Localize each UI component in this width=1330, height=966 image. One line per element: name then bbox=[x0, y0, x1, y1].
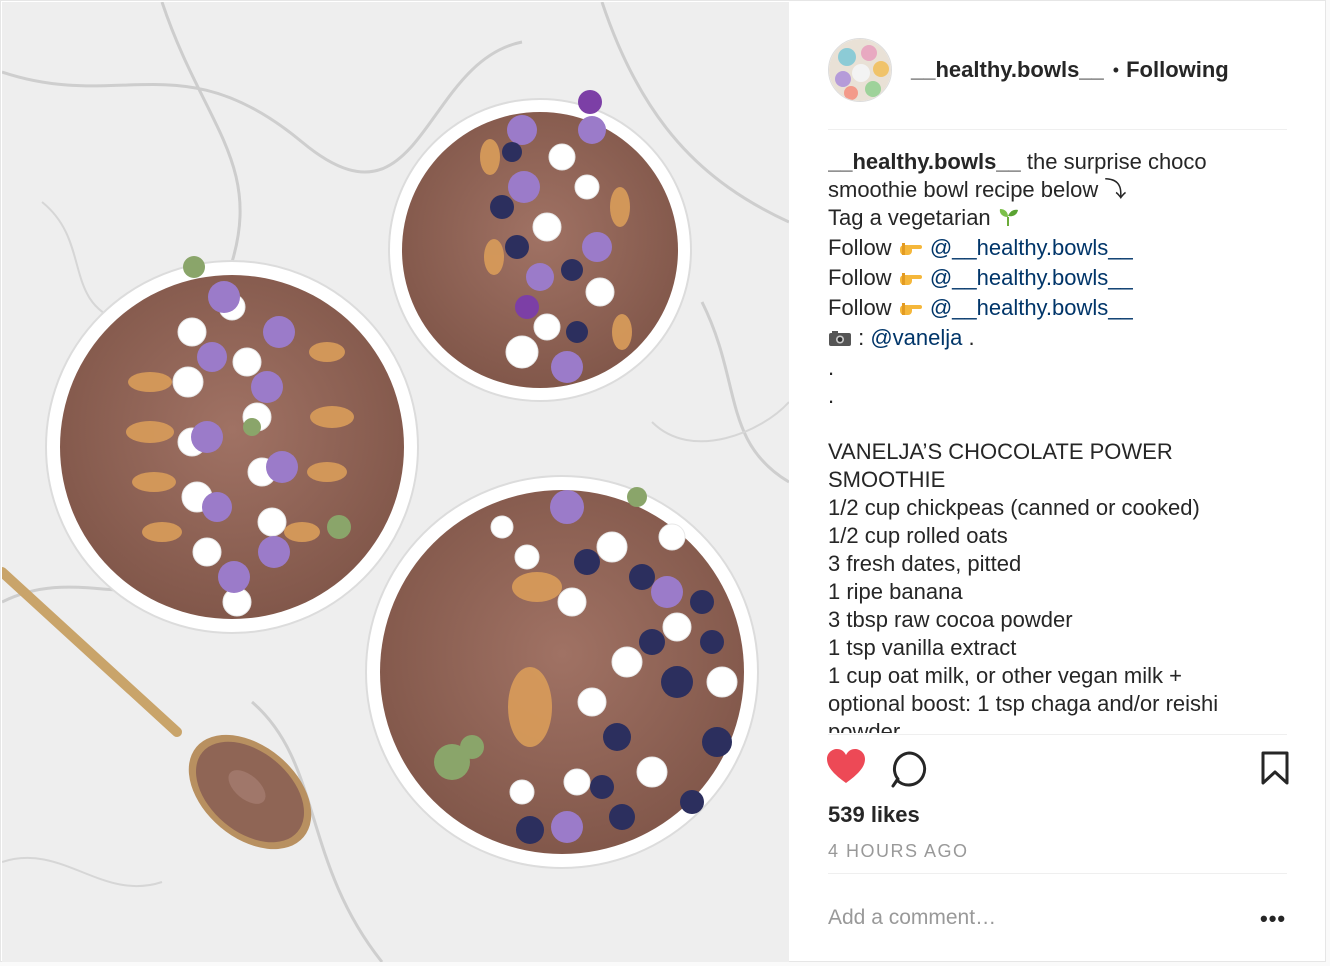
ingredient-item: 3 tbsp raw cocoa powder bbox=[828, 607, 1073, 632]
likes-count[interactable]: 539 likes bbox=[828, 802, 920, 828]
mention-link[interactable]: @__healthy.bowls__ bbox=[930, 295, 1133, 320]
divider bbox=[828, 734, 1287, 735]
ingredient-item: powder bbox=[828, 719, 901, 733]
ingredient-item: 1/2 cup rolled oats bbox=[828, 523, 1008, 548]
caption-text: the surprise choco bbox=[1020, 149, 1207, 174]
seedling-icon bbox=[997, 206, 1019, 234]
divider bbox=[828, 129, 1287, 130]
recipe-title: SMOOTHIE bbox=[828, 467, 946, 492]
ingredient-item: 1 cup oat milk, or other vegan milk + bbox=[828, 663, 1182, 688]
mention-link[interactable]: @__healthy.bowls__ bbox=[930, 235, 1133, 260]
ingredient-item: 1 tsp vanilla extract bbox=[828, 635, 1017, 660]
avatar[interactable] bbox=[828, 38, 892, 102]
caption-line: Follow @__healthy.bowls__ bbox=[828, 234, 1287, 264]
post-caption: __healthy.bowls__ the surprise choco smo… bbox=[828, 148, 1287, 733]
divider bbox=[828, 873, 1287, 874]
smoothie-bowls-image bbox=[2, 2, 789, 962]
ingredient-item: 1 ripe banana bbox=[828, 579, 963, 604]
caption-line: . bbox=[828, 383, 835, 408]
caption-line: . bbox=[828, 355, 835, 380]
photo-credit-link[interactable]: @vanelja bbox=[870, 325, 962, 350]
camera-icon bbox=[828, 326, 852, 354]
caption-line: Follow @__healthy.bowls__ bbox=[828, 294, 1287, 324]
caption-line: __healthy.bowls__ the surprise choco bbox=[828, 148, 1287, 176]
avatar-image bbox=[829, 39, 891, 101]
instagram-post: __healthy.bowls__ • Following __healthy.… bbox=[0, 0, 1326, 962]
caption-line: smoothie bowl recipe below ⤵︎ bbox=[828, 177, 1127, 202]
recipe-title: VANELJA’S CHOCOLATE POWER bbox=[828, 439, 1173, 464]
ingredient-item: 1/2 cup chickpeas (canned or cooked) bbox=[828, 495, 1200, 520]
mention-link[interactable]: @__healthy.bowls__ bbox=[930, 265, 1133, 290]
ingredient-item: 3 fresh dates, pitted bbox=[828, 551, 1022, 576]
pointing-hand-icon bbox=[898, 296, 924, 324]
post-header: __healthy.bowls__ • Following bbox=[828, 37, 1229, 103]
ingredient-item: optional boost: 1 tsp chaga and/or reish… bbox=[828, 691, 1219, 716]
ingredient-list: 1/2 cup chickpeas (canned or cooked) 1/2… bbox=[828, 494, 1287, 733]
bookmark-icon[interactable] bbox=[1261, 751, 1289, 790]
caption-line: : @vanelja . bbox=[828, 324, 1287, 354]
caption-username[interactable]: __healthy.bowls__ bbox=[828, 149, 1021, 174]
caption-line: Tag a vegetarian bbox=[828, 204, 1287, 234]
post-photo[interactable] bbox=[2, 2, 789, 962]
caption-text: . bbox=[962, 325, 975, 350]
following-button[interactable]: Following bbox=[1126, 57, 1229, 83]
pointing-hand-icon bbox=[898, 236, 924, 264]
follow-text: Follow bbox=[828, 265, 898, 290]
caption-text: : bbox=[852, 325, 871, 350]
post-timestamp[interactable]: 4 HOURS AGO bbox=[828, 841, 969, 862]
caption-text: Tag a vegetarian bbox=[828, 205, 997, 230]
comment-input[interactable]: Add a comment… bbox=[828, 906, 996, 930]
comment-icon[interactable] bbox=[890, 751, 928, 794]
post-username[interactable]: __healthy.bowls__ bbox=[911, 57, 1104, 83]
follow-text: Follow bbox=[828, 235, 898, 260]
caption-line: Follow @__healthy.bowls__ bbox=[828, 264, 1287, 294]
heart-icon[interactable] bbox=[826, 749, 866, 790]
separator-dot: • bbox=[1112, 59, 1120, 80]
post-sidebar: __healthy.bowls__ • Following __healthy.… bbox=[790, 1, 1326, 963]
more-options-button[interactable]: ••• bbox=[1260, 906, 1286, 932]
pointing-hand-icon bbox=[898, 266, 924, 294]
follow-text: Follow bbox=[828, 295, 898, 320]
action-bar bbox=[826, 749, 1289, 791]
